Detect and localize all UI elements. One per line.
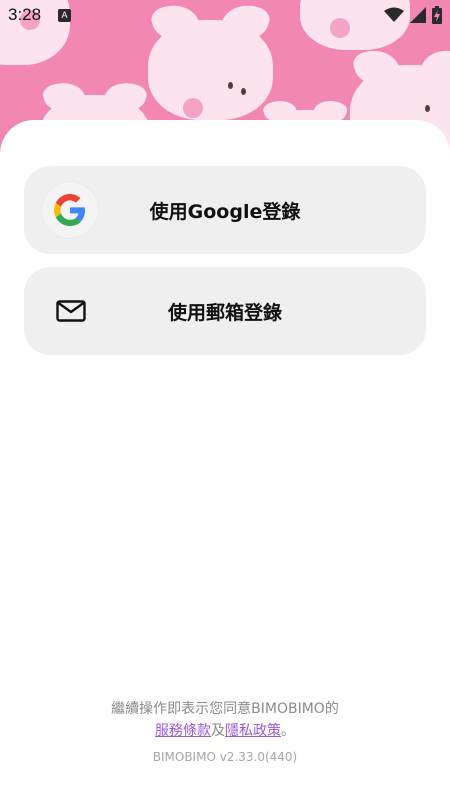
conjunction-text: 及: [211, 723, 225, 739]
a-badge-icon: A: [58, 9, 71, 22]
status-time: 3:28: [8, 5, 42, 24]
signal-icon: [410, 7, 426, 23]
google-login-button[interactable]: 使用Google登錄: [24, 166, 426, 254]
status-bar: 3:28 A: [0, 0, 450, 32]
wifi-icon: [384, 7, 404, 22]
agreement-text: 繼續操作即表示您同意BIMOBIMO的: [111, 701, 339, 717]
status-icons: [384, 6, 442, 24]
terms-of-service-link[interactable]: 服務條款: [155, 723, 211, 739]
agreement-notice: 繼續操作即表示您同意BIMOBIMO的 服務條款及隱私政策。: [0, 698, 450, 742]
version-label: BIMOBIMO v2.33.0(440): [152, 750, 298, 764]
period-text: 。: [281, 723, 295, 739]
privacy-policy-link[interactable]: 隱私政策: [225, 723, 281, 739]
google-login-label: 使用Google登錄: [149, 200, 301, 223]
battery-charging-icon: [432, 6, 442, 24]
email-login-label: 使用郵箱登錄: [167, 301, 282, 324]
login-sheet: 使用Google登錄 使用郵箱登錄 繼續操作即表示您同意BIMOBIMO的 服務…: [0, 120, 450, 800]
pig-pattern-icon: [148, 20, 273, 120]
email-login-button[interactable]: 使用郵箱登錄: [24, 267, 426, 355]
